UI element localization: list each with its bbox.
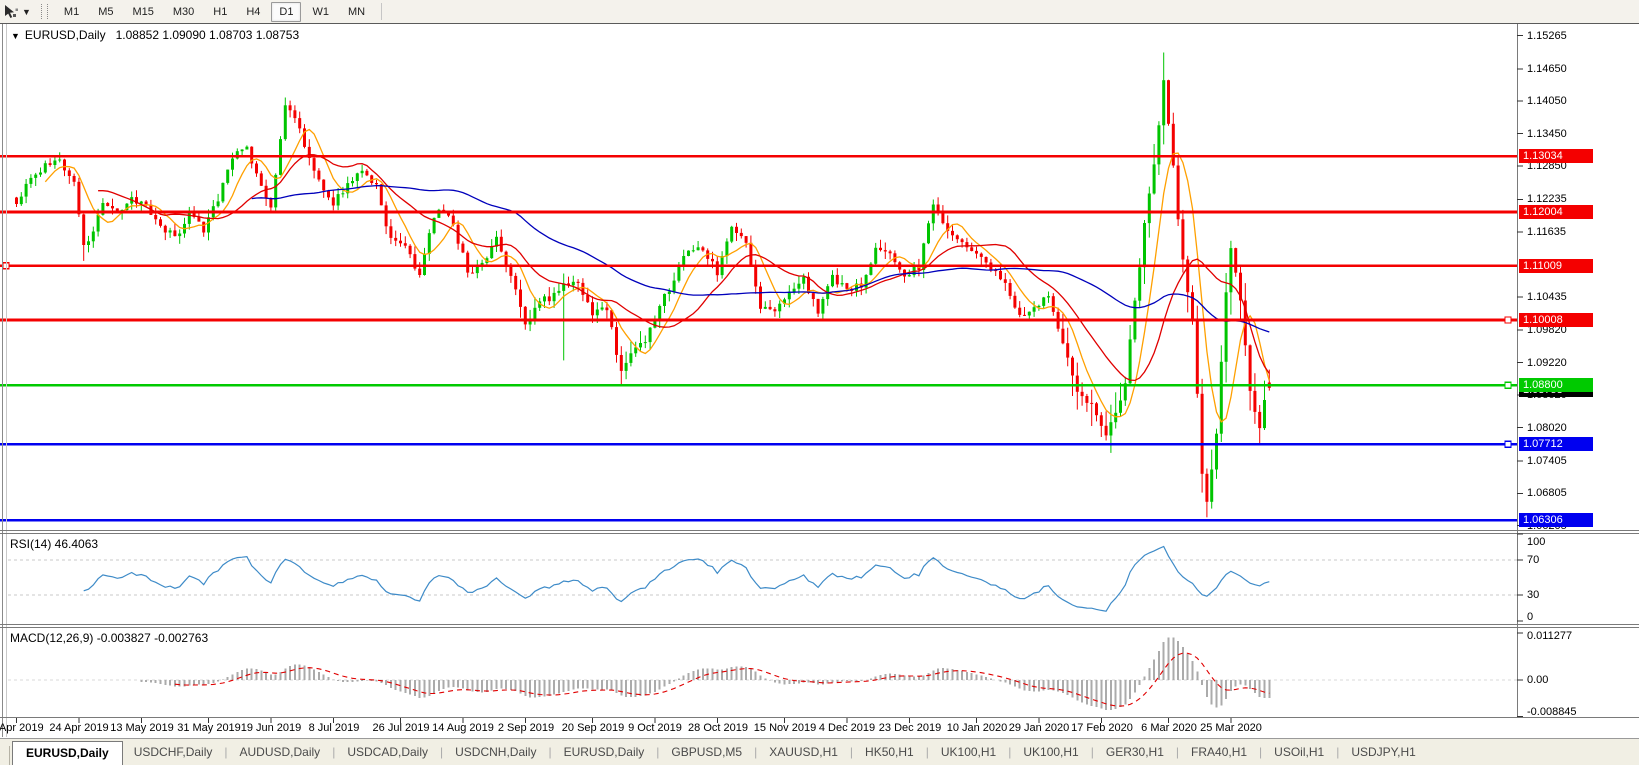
date-axis-label: 19 Jun 2019 xyxy=(240,722,302,734)
ohlc-values: 1.08852 1.09090 1.08703 1.08753 xyxy=(115,28,300,42)
macd-axis-tick: 0.011277 xyxy=(1527,630,1573,642)
price-axis-tick: 1.12235 xyxy=(1527,193,1567,205)
chart-tab[interactable]: UK100,H1 xyxy=(930,741,1007,764)
collapse-icon[interactable]: ▼ xyxy=(11,31,20,41)
chart-tab[interactable]: UK100,H1 xyxy=(1012,741,1089,764)
date-axis-label: 24 Apr 2019 xyxy=(49,722,109,734)
timeframe-button-h4[interactable]: H4 xyxy=(238,2,268,22)
chart-tabs: EURUSD,Daily USDCHF,Daily | AUDUSD,Daily | US… xyxy=(12,740,1427,765)
chart-tab[interactable]: AUDUSD,Daily xyxy=(229,741,332,764)
chart-tab[interactable]: EURUSD,Daily xyxy=(12,741,123,765)
chart-tab-bar: EURUSD,Daily USDCHF,Daily | AUDUSD,Daily | US… xyxy=(0,738,1639,765)
tab-bar-grip xyxy=(0,746,10,765)
date-axis-label: 17 Feb 2020 xyxy=(1071,722,1133,734)
rsi-axis-tick: 30 xyxy=(1527,589,1540,601)
hline-price-label: 1.08800 xyxy=(1519,378,1593,392)
chart-tab[interactable]: GER30,H1 xyxy=(1095,741,1175,764)
macd-histogram xyxy=(140,637,1271,711)
rsi-axis-tick: 70 xyxy=(1527,554,1540,566)
hline-price-label: 1.07712 xyxy=(1519,437,1593,451)
date-axis-label: 8 Jul 2019 xyxy=(308,722,360,734)
timeframe-button-d1[interactable]: D1 xyxy=(271,1,302,22)
date-axis-label: 10 Jan 2020 xyxy=(946,722,1008,734)
chart-tab[interactable]: XAUUSD,H1 xyxy=(758,741,849,764)
chart-tab[interactable]: GBPUSD,M5 xyxy=(660,741,753,764)
timeframe-button-mn[interactable]: MN xyxy=(340,2,373,22)
plot-gridlines xyxy=(8,559,1517,681)
chart-tab[interactable]: HK50,H1 xyxy=(854,741,925,764)
dropdown-caret-icon[interactable]: ▼ xyxy=(22,7,31,17)
pointer-glyph xyxy=(5,4,18,18)
date-axis-label: 25 Mar 2020 xyxy=(1200,722,1262,734)
date-axis-label: 5 Apr 2019 xyxy=(0,722,44,734)
hline-price-label: 1.13034 xyxy=(1519,149,1593,163)
timeframe-button-m5[interactable]: M5 xyxy=(90,2,121,22)
toolbar-grip[interactable] xyxy=(40,4,48,19)
macd-indicator-label: MACD(12,26,9) -0.003827 -0.002763 xyxy=(10,631,209,645)
price-axis-tick: 1.07405 xyxy=(1527,455,1567,467)
toolbar-separator xyxy=(381,3,383,20)
timeframe-button-m15[interactable]: M15 xyxy=(124,2,161,22)
price-axis-tick: 1.06805 xyxy=(1527,487,1567,499)
price-axis-tick: 1.15265 xyxy=(1527,30,1567,42)
rsi-axis-tick: 100 xyxy=(1527,536,1546,548)
chart-tab[interactable]: FRA40,H1 xyxy=(1180,741,1258,764)
macd-axis-tick: -0.008845 xyxy=(1527,706,1577,718)
date-axis-label: 23 Dec 2019 xyxy=(878,722,942,734)
mt4-terminal: ▼ M1 M5 M15 M30 H1 H4 D1 W1 MN ▼ EURUSD,Daily 1.08… xyxy=(0,0,1639,765)
rsi-axis-tick: 0 xyxy=(1527,611,1534,623)
date-axis-label: 6 Mar 2020 xyxy=(1141,722,1197,734)
timeframe-toolbar: ▼ M1 M5 M15 M30 H1 H4 D1 W1 MN xyxy=(0,0,1639,24)
price-axis-tick: 1.08020 xyxy=(1527,422,1567,434)
chart-tab[interactable]: USDCAD,Daily xyxy=(336,741,439,764)
chart-tab[interactable]: EURUSD,Daily xyxy=(553,741,656,764)
panel-frame xyxy=(0,24,1639,737)
date-axis-label: 20 Sep 2019 xyxy=(561,722,625,734)
price-axis-tick: 1.13450 xyxy=(1527,128,1567,140)
price-axis-tick: 1.09220 xyxy=(1527,357,1567,369)
date-axis-label: 2 Sep 2019 xyxy=(497,722,555,734)
price-axis-tick: 1.14650 xyxy=(1527,63,1567,75)
chart-tab[interactable]: USDCHF,Daily xyxy=(123,741,224,764)
date-axis-label: 13 May 2019 xyxy=(110,722,174,734)
timeframe-buttons: M1 M5 M15 M30 H1 H4 D1 W1 MN xyxy=(56,1,376,22)
chart-pointer-icon[interactable] xyxy=(3,4,19,20)
price-axis-tick: 1.11635 xyxy=(1527,226,1566,238)
horizontal-level-lines[interactable] xyxy=(0,154,1517,522)
date-axis-label: 28 Oct 2019 xyxy=(688,722,748,734)
chart-tab[interactable]: USDJPY,H1 xyxy=(1340,741,1426,764)
hline-price-label: 1.10008 xyxy=(1519,313,1593,327)
chart-tab[interactable]: USOil,H1 xyxy=(1263,741,1335,764)
hline-price-label: 1.12004 xyxy=(1519,205,1593,219)
timeframe-button-m1[interactable]: M1 xyxy=(56,2,87,22)
date-axis-label: 9 Oct 2019 xyxy=(628,722,682,734)
date-axis-label: 4 Dec 2019 xyxy=(818,722,876,734)
chart-tab[interactable]: USDCNH,Daily xyxy=(444,741,547,764)
date-axis-label: 15 Nov 2019 xyxy=(753,722,817,734)
date-axis-label: 31 May 2019 xyxy=(177,722,241,734)
hline-price-label: 1.06306 xyxy=(1519,513,1593,527)
rsi-line xyxy=(83,545,1270,612)
symbol-period-label: EURUSD,Daily xyxy=(24,28,106,42)
price-axis-tick: 1.14050 xyxy=(1527,95,1567,107)
rsi-indicator-label: RSI(14) 46.4063 xyxy=(10,537,99,551)
date-axis-label: 14 Aug 2019 xyxy=(432,722,494,734)
date-axis-label: 26 Jul 2019 xyxy=(372,722,430,734)
timeframe-button-h1[interactable]: H1 xyxy=(205,2,235,22)
price-axis-tick: 1.10435 xyxy=(1527,291,1567,303)
date-axis-label: 29 Jan 2020 xyxy=(1008,722,1070,734)
chart-symbol-ohlc-line: ▼ EURUSD,Daily 1.08852 1.09090 1.08703 1.0… xyxy=(11,28,299,42)
timeframe-button-m30[interactable]: M30 xyxy=(165,2,202,22)
macd-axis-tick: 0.00 xyxy=(1527,674,1549,686)
timeframe-button-w1[interactable]: W1 xyxy=(304,2,337,22)
chart-canvas[interactable] xyxy=(0,0,1639,765)
hline-price-label: 1.11009 xyxy=(1519,259,1593,273)
